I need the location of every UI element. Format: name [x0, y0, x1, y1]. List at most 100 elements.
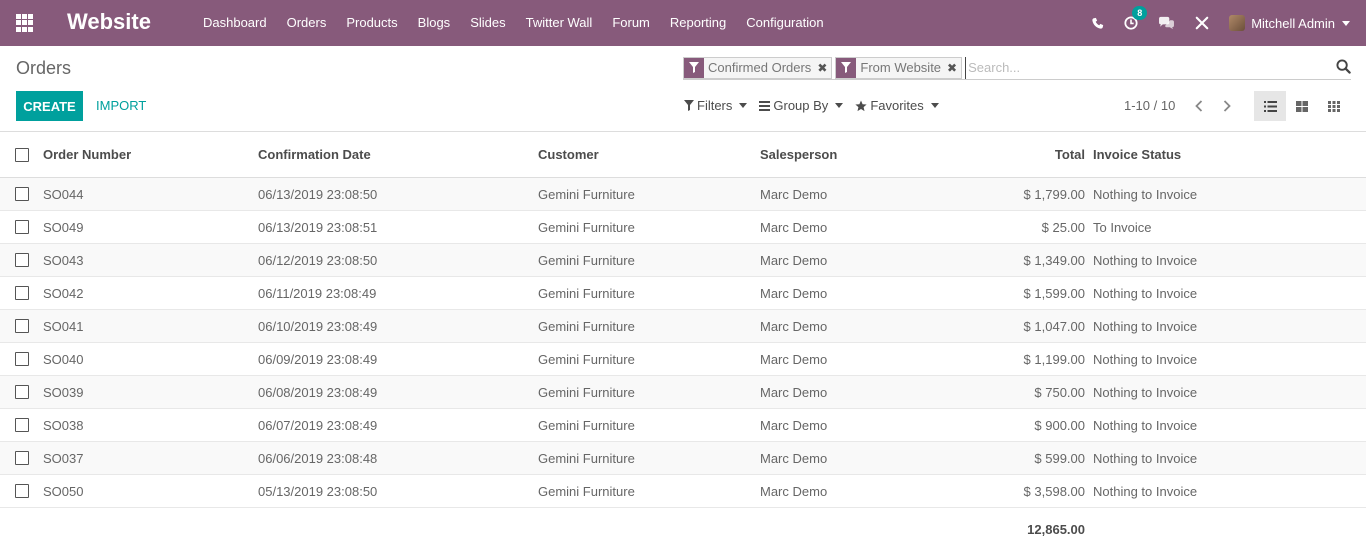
salesperson-cell: Marc Demo: [760, 417, 828, 433]
total-cell: $ 1,599.00: [1023, 285, 1085, 301]
order-number-cell: SO043: [43, 252, 84, 268]
remove-facet-icon[interactable]: ✖: [815, 58, 831, 78]
invoice-status-cell: Nothing to Invoice: [1093, 285, 1198, 301]
row-checkbox[interactable]: [15, 286, 29, 300]
table-row[interactable]: SO037 06/06/2019 23:08:48 Gemini Furnitu…: [0, 442, 1366, 475]
column-header-customer[interactable]: Customer: [538, 147, 760, 162]
debug-tools-icon[interactable]: [1195, 16, 1209, 30]
total-cell: $ 1,199.00: [1023, 351, 1085, 367]
search-icon[interactable]: [1336, 59, 1351, 77]
row-checkbox[interactable]: [15, 319, 29, 333]
menu-item-slides[interactable]: Slides: [460, 0, 515, 46]
row-checkbox[interactable]: [15, 385, 29, 399]
pager-value[interactable]: 1-10 / 10: [1124, 98, 1175, 113]
column-header-order-number[interactable]: Order Number: [43, 147, 258, 162]
table-row[interactable]: SO044 06/13/2019 23:08:50 Gemini Furnitu…: [0, 178, 1366, 211]
filter-icon: [684, 57, 704, 78]
invoice-status-cell: Nothing to Invoice: [1093, 318, 1198, 334]
search-facet-confirmed-orders: Confirmed Orders ✖: [683, 56, 833, 79]
search-input[interactable]: [965, 56, 1351, 79]
view-switcher: [1254, 91, 1350, 121]
menu-item-twitter-wall[interactable]: Twitter Wall: [516, 0, 603, 46]
row-checkbox[interactable]: [15, 352, 29, 366]
table-row[interactable]: SO038 06/07/2019 23:08:49 Gemini Furnitu…: [0, 409, 1366, 442]
table-row[interactable]: SO043 06/12/2019 23:08:50 Gemini Furnitu…: [0, 244, 1366, 277]
column-header-confirmation-date[interactable]: Confirmation Date: [258, 147, 538, 162]
table-footer: 12,865.00: [0, 508, 1366, 550]
table-row[interactable]: SO050 05/13/2019 23:08:50 Gemini Furnitu…: [0, 475, 1366, 508]
confirmation-date-cell: 06/13/2019 23:08:51: [258, 219, 378, 235]
row-checkbox[interactable]: [15, 220, 29, 234]
remove-facet-icon[interactable]: ✖: [945, 58, 961, 78]
phone-icon[interactable]: [1091, 17, 1104, 30]
top-navbar: Website Dashboard Orders Products Blogs …: [0, 0, 1366, 46]
customer-cell: Gemini Furniture: [538, 219, 635, 235]
total-cell: $ 25.00: [1041, 219, 1085, 235]
invoice-status-cell: Nothing to Invoice: [1093, 483, 1198, 499]
customer-cell: Gemini Furniture: [538, 252, 635, 268]
menu-item-products[interactable]: Products: [336, 0, 407, 46]
customer-cell: Gemini Furniture: [538, 384, 635, 400]
favorites-dropdown[interactable]: Favorites: [855, 98, 939, 113]
create-button[interactable]: CREATE: [16, 91, 83, 121]
order-number-cell: SO049: [43, 219, 84, 235]
search-facet-from-website: From Website ✖: [835, 56, 963, 79]
invoice-status-cell: Nothing to Invoice: [1093, 186, 1198, 202]
search-bar: Confirmed Orders ✖ From Website ✖: [683, 56, 1351, 80]
salesperson-cell: Marc Demo: [760, 252, 828, 268]
select-all-checkbox[interactable]: [15, 147, 29, 162]
table-row[interactable]: SO049 06/13/2019 23:08:51 Gemini Furnitu…: [0, 211, 1366, 244]
column-header-invoice-status[interactable]: Invoice Status: [1093, 147, 1366, 162]
filter-icon: [684, 100, 694, 111]
row-checkbox[interactable]: [15, 187, 29, 201]
row-checkbox[interactable]: [15, 418, 29, 432]
grid-view-icon[interactable]: [1318, 91, 1350, 121]
chevron-left-icon[interactable]: [1187, 97, 1211, 115]
row-checkbox[interactable]: [15, 484, 29, 498]
table-row[interactable]: SO042 06/11/2019 23:08:49 Gemini Furnitu…: [0, 277, 1366, 310]
order-number-cell: SO037: [43, 450, 84, 466]
group-by-dropdown[interactable]: Group By: [759, 98, 844, 113]
table-row[interactable]: SO039 06/08/2019 23:08:49 Gemini Furnitu…: [0, 376, 1366, 409]
salesperson-cell: Marc Demo: [760, 351, 828, 367]
column-header-salesperson[interactable]: Salesperson: [760, 147, 942, 162]
total-cell: $ 599.00: [1034, 450, 1085, 466]
chevron-down-icon: [930, 103, 939, 108]
menu-item-dashboard[interactable]: Dashboard: [193, 0, 277, 46]
chevron-right-icon[interactable]: [1215, 97, 1239, 115]
table-body: SO044 06/13/2019 23:08:50 Gemini Furnitu…: [0, 178, 1366, 508]
avatar: [1229, 15, 1246, 31]
confirmation-date-cell: 05/13/2019 23:08:50: [258, 483, 378, 499]
table-row[interactable]: SO041 06/10/2019 23:08:49 Gemini Furnitu…: [0, 310, 1366, 343]
search-options: Filters Group By Favorites: [684, 98, 951, 113]
menu-item-reporting[interactable]: Reporting: [660, 0, 736, 46]
user-menu[interactable]: Mitchell Admin: [1229, 15, 1350, 31]
kanban-view-icon[interactable]: [1286, 91, 1318, 121]
app-brand[interactable]: Website: [67, 9, 151, 35]
menu-item-forum[interactable]: Forum: [602, 0, 660, 46]
orders-table: Order Number Confirmation Date Customer …: [0, 132, 1366, 550]
invoice-status-cell: Nothing to Invoice: [1093, 351, 1198, 367]
menu-item-orders[interactable]: Orders: [277, 0, 337, 46]
bars-icon: [759, 100, 771, 111]
apps-menu-icon[interactable]: [16, 14, 34, 32]
table-header: Order Number Confirmation Date Customer …: [0, 132, 1366, 178]
confirmation-date-cell: 06/09/2019 23:08:49: [258, 351, 378, 367]
activity-clock-icon[interactable]: 8: [1124, 6, 1148, 30]
customer-cell: Gemini Furniture: [538, 351, 635, 367]
confirmation-date-cell: 06/07/2019 23:08:49: [258, 417, 378, 433]
salesperson-cell: Marc Demo: [760, 450, 828, 466]
column-header-total[interactable]: Total: [942, 147, 1093, 162]
import-button[interactable]: IMPORT: [96, 91, 146, 121]
list-view-icon[interactable]: [1254, 91, 1286, 121]
systray: 8 Mitchell Admin: [1081, 0, 1366, 46]
grand-total: 12,865.00: [1027, 521, 1085, 537]
filters-dropdown[interactable]: Filters: [684, 98, 748, 113]
invoice-status-cell: Nothing to Invoice: [1093, 384, 1198, 400]
chat-icon[interactable]: [1158, 16, 1175, 30]
menu-item-blogs[interactable]: Blogs: [408, 0, 461, 46]
menu-item-configuration[interactable]: Configuration: [736, 0, 833, 46]
table-row[interactable]: SO040 06/09/2019 23:08:49 Gemini Furnitu…: [0, 343, 1366, 376]
row-checkbox[interactable]: [15, 451, 29, 465]
row-checkbox[interactable]: [15, 253, 29, 267]
